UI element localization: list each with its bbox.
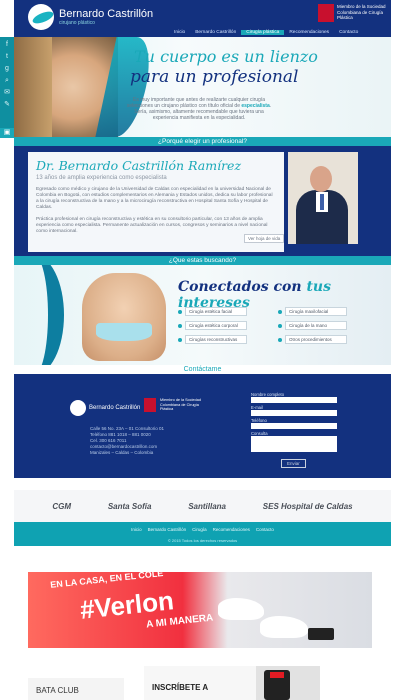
rail-icon[interactable]: t [6, 53, 8, 61]
footer-link[interactable]: Bernardo Castrillón [148, 527, 187, 532]
partner-logo: Santa Sofía [107, 501, 152, 511]
brand-tagline: cirujano plástico [59, 20, 95, 26]
about-paragraph-1: Egresado como médico y cirujano de la Un… [36, 187, 273, 210]
interest-chip-label[interactable]: Cirugía de la mano [285, 321, 347, 330]
why-professional-band: ¿Porqué elegir un profesional? [14, 137, 391, 146]
shoe-image [260, 616, 308, 638]
contact-info: Calle 56 No. 23A – 01 Consultorio 01 Tel… [90, 426, 164, 456]
footer-link[interactable]: Recomendaciones [213, 527, 250, 532]
left-share-rail: f t g ⌕ ✉ ✎ [0, 37, 14, 137]
phone-image [308, 628, 334, 640]
partner-logo: Santillana [188, 501, 226, 511]
rail-toggle-icon[interactable]: ▣ [0, 128, 14, 138]
interests-title-a: Conectados con [178, 279, 307, 295]
chip-dot-icon [278, 309, 282, 314]
nav-contacto[interactable]: Contacto [334, 30, 363, 35]
interest-chip-label[interactable]: Cirugía estética corporal [185, 321, 247, 330]
phone-field[interactable] [251, 423, 337, 429]
contact-heading: Contáctame [14, 365, 391, 374]
interest-chip-label[interactable]: Cirugía estética facial [185, 307, 247, 316]
interest-chip-label[interactable]: Otros procedimientos [285, 335, 347, 344]
contact-form: Nombre completo E-mail Teléfono Consulta… [251, 390, 349, 470]
rail-icon[interactable]: ✉ [4, 89, 10, 97]
contact-logo-icon [70, 400, 86, 416]
rail-icon[interactable]: g [5, 65, 9, 73]
doctor-photo [288, 152, 358, 244]
partner-logo: CGM [52, 501, 72, 511]
logo-swoosh-icon [28, 4, 54, 30]
footer-link[interactable]: Contacto [256, 527, 274, 532]
about-section: Dr. Bernardo Castrillón Ramírez 13 años … [14, 146, 391, 256]
chip-dot-icon [278, 337, 282, 342]
site-header: Bernardo Castrillón cirujano plástico Mi… [14, 0, 391, 37]
email-field[interactable] [251, 410, 337, 416]
society-badge: Miembro de la Sociedad Colombiana de Cir… [318, 4, 387, 22]
ad-banner-bata[interactable]: BATA CLUB INSCRÍBETE A [28, 660, 372, 700]
interest-chip[interactable]: Cirugía estética facial [178, 307, 258, 316]
brand-name: Bernardo Castrillón [59, 8, 154, 20]
footer-link[interactable]: Cirugía [192, 527, 207, 532]
main-nav: Inicio Bernardo Castrillón Cirugía plást… [169, 30, 363, 35]
interest-chip[interactable]: Cirugías reconstructivas [178, 335, 258, 344]
experience-text: 13 años de amplia experiencia como espec… [36, 175, 167, 181]
ad-banner-verlon[interactable]: EN LA CASA, EN EL COLE #Verlon A MI MANE… [28, 572, 372, 648]
hero-hair-shape [14, 37, 52, 137]
interest-chip[interactable]: Otros procedimientos [278, 335, 358, 344]
footer-nav: Inicio Bernardo Castrillón Cirugía Recom… [14, 522, 391, 536]
footer-copyright: © 2015 Todos los derechos reservados [14, 536, 391, 546]
browser-viewport: f t g ⌕ ✉ ✎ ▣ Bernardo Castrillón ciruja… [0, 0, 400, 700]
website: Bernardo Castrillón cirujano plástico Mi… [14, 0, 391, 572]
hero-text: Es muy importante que antes de realizart… [124, 97, 274, 121]
chip-dot-icon [178, 309, 182, 314]
society-text: Miembro de la Sociedad Colombiana de Cir… [337, 4, 386, 20]
chip-dot-icon [178, 323, 182, 328]
interests-section: Conectados con tus intereses Cirugía est… [14, 265, 391, 365]
rail-icon[interactable]: ✎ [4, 101, 10, 109]
contact-seal-icon [144, 398, 156, 412]
send-button[interactable]: Enviar [281, 459, 306, 468]
interest-chip[interactable]: Cirugía de la mano [278, 321, 358, 330]
torso-briefs-shape [96, 323, 152, 341]
chip-dot-icon [178, 337, 182, 342]
interest-chip[interactable]: Cirugía estética corporal [178, 321, 258, 330]
doctor-tie-shape [320, 194, 324, 210]
cv-button[interactable]: Ver hoja de vida [244, 234, 285, 243]
nav-recomendaciones[interactable]: Recomendaciones [284, 30, 334, 35]
chip-dot-icon [278, 323, 282, 328]
ad-logo-badge [270, 672, 284, 678]
nav-inicio[interactable]: Inicio [169, 30, 190, 35]
search-band: ¿Que estas buscando? [14, 256, 391, 265]
doctor-head-shape [310, 166, 332, 192]
interest-chip[interactable]: Cirugía maxilofacial [278, 307, 358, 316]
site-logo[interactable]: Bernardo Castrillón cirujano plástico [28, 4, 153, 30]
footer-link[interactable]: Inicio [131, 527, 142, 532]
contact-section: Bernardo Castrillón Miembro de la Socied… [14, 374, 391, 478]
contact-city: Manizales – Caldas – Colombia [90, 450, 154, 455]
society-seal-icon [318, 4, 334, 22]
interest-chip-label[interactable]: Cirugía maxilofacial [285, 307, 347, 316]
rail-icon[interactable]: f [6, 41, 8, 49]
partner-logo: SES Hospital de Caldas [262, 501, 353, 511]
contact-society-text: Miembro de la Sociedad Colombiana de Cir… [160, 398, 201, 412]
interest-chip-label[interactable]: Cirugías reconstructivas [185, 335, 247, 344]
torso-image [82, 273, 166, 361]
shoe-image [218, 598, 264, 620]
interest-chip-grid: Cirugía estética facial Cirugía maxilofa… [178, 307, 358, 344]
partners-strip: CGM Santa Sofía Santillana SES Hospital … [14, 490, 391, 522]
contact-logo: Bernardo Castrillón [70, 400, 140, 416]
ad-brand-text: BATA CLUB [28, 678, 124, 700]
ad-cta-text: INSCRÍBETE A [144, 666, 256, 700]
doctor-name: Dr. Bernardo Castrillón Ramírez [36, 158, 242, 173]
nav-bernardo[interactable]: Bernardo Castrillón [190, 30, 241, 35]
name-field[interactable] [251, 397, 337, 403]
about-paragraph-2: Práctica profesional en cirugía reconstr… [36, 217, 268, 234]
nav-cirugia[interactable]: Cirugía plástica [241, 30, 285, 35]
message-field[interactable] [251, 436, 337, 452]
hero-title-line1: Tu cuerpo es un lienzo [134, 47, 318, 66]
hero-title-line2: para un profesional [130, 67, 299, 87]
hero-banner: Tu cuerpo es un lienzo para un profesion… [14, 37, 391, 137]
rail-icon[interactable]: ⌕ [5, 77, 9, 85]
interests-swoosh [14, 265, 64, 365]
contact-brand-name: Bernardo Castrillón [89, 405, 141, 411]
